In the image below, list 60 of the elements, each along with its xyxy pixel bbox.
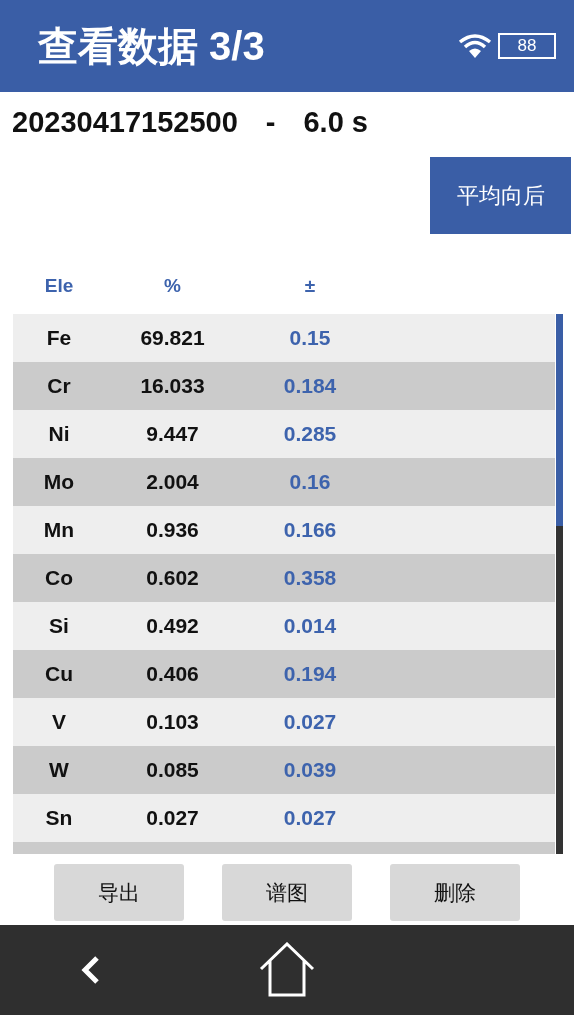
error-cell-text: 0.285 bbox=[282, 422, 338, 446]
element-cell-text: W bbox=[48, 758, 70, 782]
screen-title: 查看数据 3/3 bbox=[38, 22, 265, 70]
element-cell-text: Ni bbox=[47, 422, 71, 446]
table-row[interactable]: Mn 0.936 0.166 bbox=[13, 506, 555, 554]
error-cell-text: 0.358 bbox=[282, 566, 338, 590]
table-row[interactable]: Ni 9.447 0.285 bbox=[13, 410, 555, 458]
element-cell-text: Co bbox=[44, 566, 74, 590]
percent-cell-text: 16.033 bbox=[139, 374, 206, 398]
error-cell-text: 0.039 bbox=[282, 758, 338, 782]
measurement-id: 20230417152500 bbox=[12, 106, 238, 140]
action-button[interactable]: 删除 bbox=[390, 864, 520, 921]
column-header: % bbox=[163, 275, 182, 297]
element-cell-text: Fe bbox=[45, 326, 73, 350]
scrollbar[interactable] bbox=[556, 314, 563, 854]
table-row[interactable]: Fe 69.821 0.15 bbox=[13, 314, 555, 362]
percent-cell-text: 0.492 bbox=[145, 614, 200, 638]
table-row[interactable]: Sn 0.027 0.027 bbox=[13, 794, 555, 842]
table-row[interactable]: Mo 2.004 0.16 bbox=[13, 458, 555, 506]
element-cell-text: Cu bbox=[44, 662, 74, 686]
percent-cell-text: 0.027 bbox=[145, 806, 200, 830]
separator: - bbox=[265, 106, 276, 140]
percent-cell-text: 9.447 bbox=[145, 422, 200, 446]
percent-cell-text: 0.103 bbox=[145, 710, 200, 734]
table-row[interactable]: Si 0.492 0.014 bbox=[13, 602, 555, 650]
action-button[interactable]: 谱图 bbox=[222, 864, 352, 921]
element-cell-text: Mo bbox=[42, 470, 76, 494]
error-cell-text: 0.027 bbox=[282, 710, 338, 734]
measurement-duration: 6.0 s bbox=[303, 106, 368, 140]
percent-cell-text: 0.602 bbox=[145, 566, 200, 590]
table-row[interactable]: Co 0.602 0.358 bbox=[13, 554, 555, 602]
average-button[interactable]: 平均向后 bbox=[430, 157, 571, 234]
percent-cell-text: 0.936 bbox=[145, 518, 200, 542]
table-row[interactable]: V 0.103 0.027 bbox=[13, 698, 555, 746]
element-cell-text: Mn bbox=[42, 518, 76, 542]
percent-cell-text: 2.004 bbox=[145, 470, 200, 494]
action-button[interactable]: 导出 bbox=[54, 864, 184, 921]
percent-cell-text: 0.406 bbox=[145, 662, 200, 686]
battery-icon: 88 bbox=[498, 33, 556, 59]
error-cell-text: 0.166 bbox=[282, 518, 338, 542]
column-header: ± bbox=[303, 275, 317, 297]
error-cell-text: 0.014 bbox=[282, 614, 338, 638]
element-cell-text: Sn bbox=[44, 806, 74, 830]
element-cell-text: Si bbox=[48, 614, 70, 638]
error-cell-text: 0.15 bbox=[288, 326, 332, 350]
home-icon[interactable] bbox=[259, 942, 315, 998]
error-cell-text: 0.027 bbox=[282, 806, 338, 830]
element-cell-text: Cr bbox=[46, 374, 72, 398]
error-cell-text: 0.184 bbox=[282, 374, 338, 398]
back-icon[interactable] bbox=[80, 955, 102, 985]
error-cell-text: 0.194 bbox=[282, 662, 338, 686]
column-header: Ele bbox=[43, 275, 75, 297]
table-row[interactable]: Cr 16.033 0.184 bbox=[13, 362, 555, 410]
percent-cell-text: 0.085 bbox=[145, 758, 200, 782]
table-row[interactable]: Cu 0.406 0.194 bbox=[13, 650, 555, 698]
percent-cell-text: 69.821 bbox=[139, 326, 206, 350]
error-cell-text: 0.16 bbox=[288, 470, 332, 494]
element-cell-text: V bbox=[51, 710, 67, 734]
table-row[interactable]: W 0.085 0.039 bbox=[13, 746, 555, 794]
wifi-icon bbox=[458, 33, 492, 59]
